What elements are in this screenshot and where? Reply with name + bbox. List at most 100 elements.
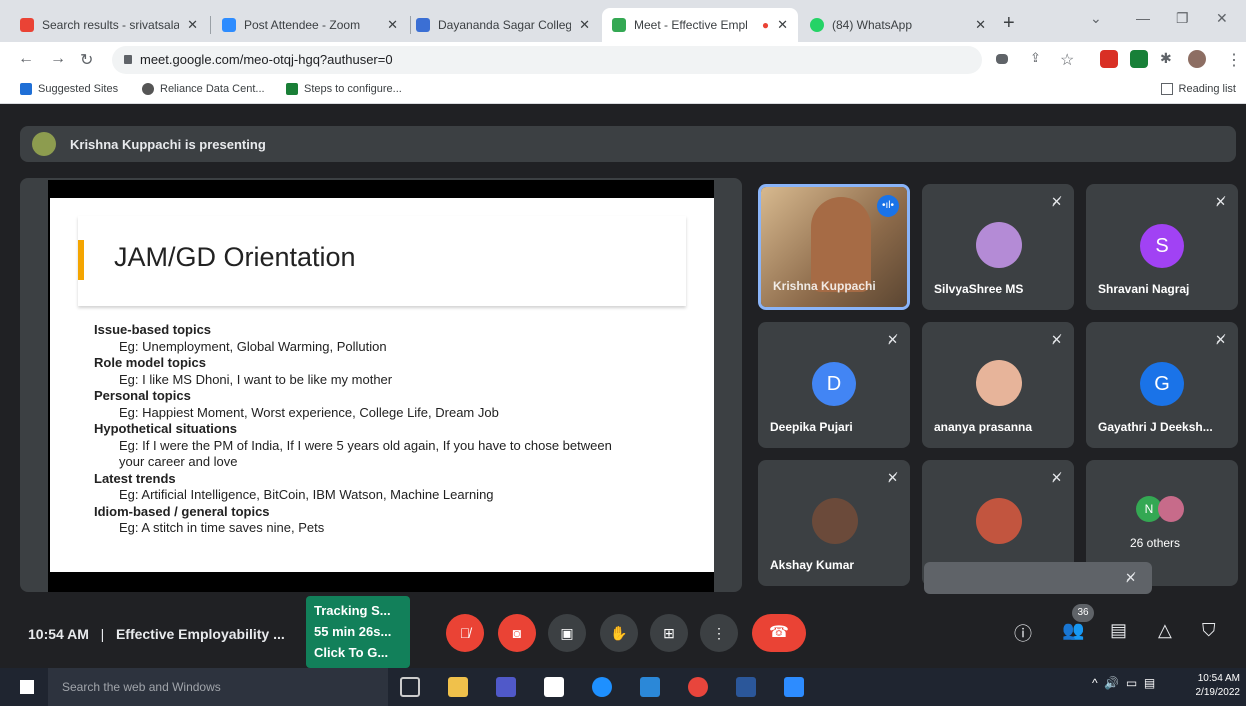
taskbar-search-input[interactable]: Search the web and Windows bbox=[48, 668, 388, 706]
participant-tile-ananya[interactable]: ✕̸ ananya prasanna bbox=[922, 322, 1074, 448]
bing-icon bbox=[20, 83, 32, 95]
forward-icon[interactable]: → bbox=[50, 50, 66, 68]
tab-divider bbox=[210, 16, 211, 34]
zoom-icon bbox=[222, 18, 236, 32]
tab-meet[interactable]: Meet - Effective Empl ● ✕ bbox=[602, 8, 798, 42]
participant-name: Shravani Nagraj bbox=[1098, 282, 1190, 296]
more-options-button[interactable]: ⋮ bbox=[700, 614, 738, 652]
task-view-icon[interactable] bbox=[400, 677, 420, 697]
extensions-puzzle-icon[interactable]: ✱ bbox=[1160, 50, 1172, 67]
app-icon[interactable] bbox=[640, 677, 660, 697]
participant-tile-deepika[interactable]: ✕̸ D Deepika Pujari bbox=[758, 322, 910, 448]
slide-heading: Latest trends bbox=[94, 470, 176, 486]
slide-title: JAM/GD Orientation bbox=[114, 242, 356, 272]
participant-avatar bbox=[976, 360, 1022, 406]
whatsapp-icon bbox=[810, 18, 824, 32]
slide-example: your career and love bbox=[119, 454, 238, 469]
participant-tile-akshay[interactable]: ✕̸ Akshay Kumar bbox=[758, 460, 910, 586]
extension-red-icon[interactable] bbox=[1100, 50, 1118, 68]
participant-avatar bbox=[976, 222, 1022, 268]
store-icon[interactable] bbox=[544, 677, 564, 697]
participant-tile-krishna[interactable]: •ıl• Krishna Kuppachi bbox=[758, 184, 910, 310]
tab-search-results[interactable]: Search results - srivatsala ✕ bbox=[10, 8, 208, 42]
close-tab-icon[interactable]: ✕ bbox=[387, 17, 398, 33]
slide-example: Eg: Happiest Moment, Worst experience, C… bbox=[119, 404, 499, 420]
tab-dayananda[interactable]: Dayananda Sagar College ✕ bbox=[406, 8, 600, 42]
new-tab-button[interactable]: + bbox=[1003, 12, 1015, 35]
participant-name: Gayathri J Deeksh... bbox=[1098, 420, 1213, 434]
reading-list-button[interactable]: Reading list bbox=[1160, 83, 1236, 95]
tab-zoom[interactable]: Post Attendee - Zoom ✕ bbox=[212, 8, 408, 42]
slide-heading: Idiom-based / general topics bbox=[94, 503, 270, 519]
slide-heading: Issue-based topics bbox=[94, 322, 212, 337]
captions-button[interactable]: ▣ bbox=[548, 614, 586, 652]
url-field[interactable]: meet.google.com/meo-otqj-hgq?authuser=0 bbox=[112, 46, 982, 74]
others-count-label: 26 others bbox=[1130, 536, 1181, 550]
system-tray[interactable]: ^ 🔊 ▭ ▤ bbox=[1092, 676, 1155, 690]
close-window-icon[interactable]: ✕ bbox=[1216, 10, 1228, 27]
participant-video-person bbox=[811, 197, 871, 292]
edge-icon[interactable] bbox=[592, 677, 612, 697]
reading-list-icon bbox=[1160, 83, 1173, 95]
reload-icon[interactable]: ↻ bbox=[80, 50, 93, 70]
host-controls-icon[interactable]: ⛉ bbox=[1202, 620, 1216, 641]
globe-icon bbox=[142, 83, 154, 95]
people-icon[interactable]: 👥 bbox=[1062, 620, 1084, 641]
mic-off-icon: ✕̸ bbox=[1051, 470, 1062, 485]
zoom-taskbar-icon[interactable] bbox=[784, 677, 804, 697]
back-icon[interactable]: ← bbox=[18, 50, 34, 68]
camera-icon[interactable] bbox=[996, 54, 1008, 64]
meeting-details-icon[interactable]: ⓘ bbox=[1014, 620, 1032, 646]
activities-icon[interactable]: △ bbox=[1158, 620, 1172, 641]
bookmark-steps[interactable]: Steps to configure... bbox=[286, 83, 402, 95]
participant-tile-shravani[interactable]: ✕̸ S Shravani Nagraj bbox=[1086, 184, 1238, 310]
raise-hand-button[interactable]: ✋ bbox=[600, 614, 638, 652]
bookmark-reliance[interactable]: Reliance Data Cent... bbox=[142, 83, 265, 95]
presenter-avatar bbox=[32, 132, 56, 156]
slide-heading: Hypothetical situations bbox=[94, 421, 238, 436]
restore-icon[interactable]: ❐ bbox=[1176, 10, 1189, 27]
taskbar-clock[interactable]: 10:54 AM 2/19/2022 bbox=[1184, 672, 1241, 700]
tracking-widget[interactable]: Tracking S... 55 min 26s... Click To G..… bbox=[306, 596, 410, 668]
meet-icon bbox=[612, 18, 626, 32]
word-icon[interactable] bbox=[736, 677, 756, 697]
present-screen-button[interactable]: ⊞ bbox=[650, 614, 688, 652]
close-tab-icon[interactable]: ✕ bbox=[975, 17, 986, 33]
participant-avatar: D bbox=[812, 362, 856, 406]
camera-off-button[interactable]: ◙ bbox=[498, 614, 536, 652]
chrome-icon[interactable] bbox=[688, 677, 708, 697]
chat-icon[interactable]: ▤ bbox=[1110, 620, 1127, 641]
participant-tile-silvyashree[interactable]: ✕̸ SilvyaShree MS bbox=[922, 184, 1074, 310]
slide-heading: Personal topics bbox=[94, 388, 191, 403]
participant-tile-gayathri[interactable]: ✕̸ G Gayathri J Deeksh... bbox=[1086, 322, 1238, 448]
meeting-title[interactable]: Effective Employability ... bbox=[116, 626, 285, 642]
minimize-icon[interactable]: — bbox=[1136, 10, 1150, 26]
meeting-info: 10:54 AM | Effective Employability ... bbox=[28, 626, 285, 642]
bookmark-star-icon[interactable]: ☆ bbox=[1060, 50, 1074, 70]
bookmark-suggested-sites[interactable]: Suggested Sites bbox=[20, 83, 118, 95]
profile-avatar[interactable] bbox=[1188, 50, 1206, 68]
lock-icon bbox=[124, 55, 132, 64]
extension-check-icon[interactable] bbox=[1130, 50, 1148, 68]
close-tab-icon[interactable]: ✕ bbox=[187, 17, 198, 33]
close-tab-icon[interactable]: ✕ bbox=[579, 17, 590, 33]
self-view-tile[interactable]: ✕̸ bbox=[924, 562, 1152, 594]
tab-search-icon[interactable]: ⌄ bbox=[1090, 10, 1102, 27]
teams-icon[interactable] bbox=[496, 677, 516, 697]
tab-whatsapp[interactable]: (84) WhatsApp ✕ bbox=[800, 8, 996, 42]
share-icon[interactable]: ⇪ bbox=[1030, 50, 1041, 66]
participant-name: ananya prasanna bbox=[934, 420, 1033, 434]
slide-accent-bar bbox=[78, 240, 84, 280]
mic-off-icon: ✕̸ bbox=[1215, 332, 1226, 347]
browser-menu-icon[interactable]: ⋮ bbox=[1226, 50, 1242, 70]
file-explorer-icon[interactable] bbox=[448, 677, 468, 697]
mic-off-icon: ✕̸ bbox=[1215, 194, 1226, 209]
participant-avatar: S bbox=[1140, 224, 1184, 268]
close-tab-icon[interactable]: ✕ bbox=[777, 17, 788, 33]
mic-off-button[interactable]: 🎙̸ bbox=[446, 614, 484, 652]
slide-example: Eg: Artificial Intelligence, BitCoin, IB… bbox=[119, 487, 494, 502]
end-call-button[interactable]: ☎ bbox=[752, 614, 806, 652]
windows-start-icon[interactable] bbox=[20, 680, 34, 694]
slide-example: Eg: A stitch in time saves nine, Pets bbox=[119, 520, 325, 535]
presenting-banner: Krishna Kuppachi is presenting bbox=[20, 126, 1236, 162]
